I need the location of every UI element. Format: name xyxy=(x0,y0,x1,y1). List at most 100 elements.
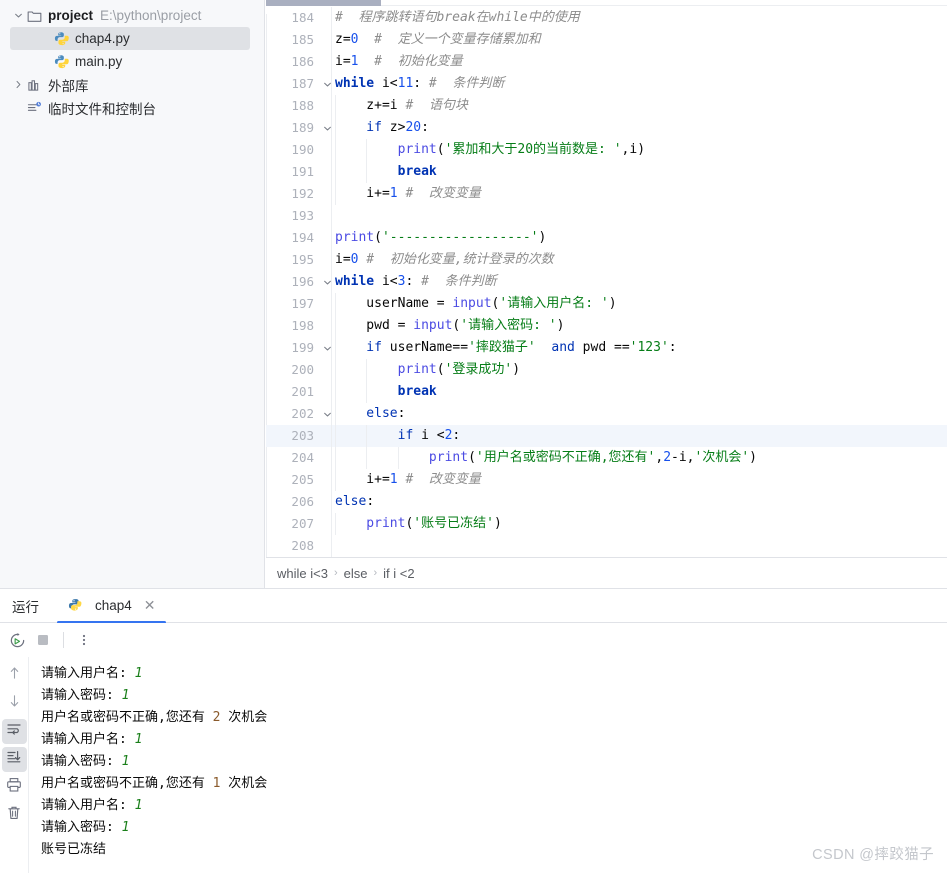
console-text-plain: 次机会 xyxy=(220,710,268,725)
token-pl: -i, xyxy=(671,450,695,465)
token-com: # 条件判断 xyxy=(421,76,505,91)
tree-row-chap4.py[interactable]: chap4.py xyxy=(0,27,264,50)
token-pl: : xyxy=(397,406,406,421)
run-tab-chap4[interactable]: chap4 ✕ xyxy=(57,589,166,624)
token-pl: : xyxy=(452,428,461,443)
print-button[interactable] xyxy=(2,775,27,800)
line-number: 192 xyxy=(291,186,314,201)
code-line[interactable]: 195 i=0 # 初始化变量,统计登录的次数 xyxy=(266,249,947,271)
tree-row-content: main.py xyxy=(0,54,122,70)
token-var: i= xyxy=(335,252,351,267)
no-arrow-spacer xyxy=(37,31,53,47)
code-line[interactable]: 204 print('用户名或密码不正确,您还有',2-i,'次机会') xyxy=(266,447,947,469)
token-com: # 语句块 xyxy=(397,98,468,113)
scroll-to-end-button[interactable] xyxy=(1,747,27,772)
tree-item-label: 临时文件和控制台 xyxy=(48,101,156,117)
rerun-button[interactable] xyxy=(4,627,30,653)
tree-row-main.py[interactable]: main.py xyxy=(0,50,264,73)
code-line[interactable]: 196 while i<3: # 条件判断 xyxy=(266,271,947,293)
code-text: z+=i # 语句块 xyxy=(335,95,468,117)
close-icon[interactable]: ✕ xyxy=(144,597,156,614)
clear-all-button[interactable] xyxy=(2,803,27,828)
stop-button[interactable] xyxy=(30,627,56,653)
code-line[interactable]: 206 else: xyxy=(266,491,947,513)
token-fn: print xyxy=(335,142,437,157)
arrow-up-icon xyxy=(7,665,22,686)
tree-row-content: chap4.py xyxy=(0,31,130,47)
gutter-line xyxy=(331,469,332,491)
code-text: userName = input('请输入用户名: ') xyxy=(335,293,616,315)
code-lines-container[interactable]: 184 # 程序跳转语句break在while中的使用 185 z=0 # 定义一个变… xyxy=(266,7,947,563)
breadcrumb[interactable]: while i<3 › else › if i <2 xyxy=(266,557,947,588)
tree-row-临时文件和控制台[interactable]: 临时文件和控制台 xyxy=(0,96,264,119)
code-line[interactable]: 194 print('------------------') xyxy=(266,227,947,249)
code-line[interactable]: 186 i=1 # 初始化变量 xyxy=(266,51,947,73)
code-line[interactable]: 188 z+=i # 语句块 xyxy=(266,95,947,117)
chevron-right-icon[interactable] xyxy=(10,77,26,93)
token-pl: ( xyxy=(468,450,476,465)
run-tab-bar: 运行 chap4 ✕ xyxy=(0,589,947,624)
code-line[interactable]: 184 # 程序跳转语句break在while中的使用 xyxy=(266,7,947,29)
console-output-line: 请输入密码: 1 xyxy=(41,685,947,707)
code-text: if z>20: xyxy=(335,117,429,139)
editor-horizontal-scrollbar[interactable] xyxy=(266,0,947,7)
console-output-line: 请输入用户名: 1 xyxy=(41,663,947,685)
console-output-line: 请输入用户名: 1 xyxy=(41,729,947,751)
code-line[interactable]: 193 xyxy=(266,205,947,227)
code-line[interactable]: 187 while i<11: # 条件判断 xyxy=(266,73,947,95)
code-line[interactable]: 185 z=0 # 定义一个变量存储累加和 xyxy=(266,29,947,51)
code-line[interactable]: 199 if userName=='摔跤猫子' and pwd =='123': xyxy=(266,337,947,359)
next-occurrence-button[interactable] xyxy=(2,691,27,716)
token-fn: print xyxy=(335,362,437,377)
more-options-button[interactable] xyxy=(71,627,97,653)
tree-row-project[interactable]: project E:\python\project xyxy=(0,4,264,27)
code-line[interactable]: 192 i+=1 # 改变变量 xyxy=(266,183,947,205)
code-line[interactable]: 203 if i <2: xyxy=(266,425,947,447)
scrollbar-thumb[interactable] xyxy=(266,0,381,6)
code-line[interactable]: 198 pwd = input('请输入密码: ') xyxy=(266,315,947,337)
token-com: # 程序跳转语句break在while中的使用 xyxy=(335,10,580,25)
token-com: # 初始化变量 xyxy=(358,54,463,69)
token-com: # 改变变量 xyxy=(397,472,481,487)
breadcrumb-item[interactable]: if i <2 xyxy=(383,566,414,581)
code-line[interactable]: 190 print('累加和大于20的当前数是: ',i) xyxy=(266,139,947,161)
token-fn: input xyxy=(413,318,453,333)
code-editor[interactable]: 184 # 程序跳转语句break在while中的使用 185 z=0 # 定义一个变… xyxy=(266,0,947,588)
console-text-plain: 请输入密码: xyxy=(41,754,122,769)
scroll-to-end-icon xyxy=(6,749,22,770)
code-line[interactable]: 189 if z>20: xyxy=(266,117,947,139)
code-line[interactable]: 201 break xyxy=(266,381,947,403)
previous-occurrence-button[interactable] xyxy=(2,663,27,688)
code-text: break xyxy=(335,381,437,403)
console-text-plain: 请输入密码: xyxy=(41,688,122,703)
code-line[interactable]: 202 else: xyxy=(266,403,947,425)
token-num: 20 xyxy=(405,120,422,135)
soft-wrap-button[interactable] xyxy=(1,719,27,744)
token-kw2: if xyxy=(335,428,414,443)
gutter-line xyxy=(331,359,332,381)
console-output[interactable]: 请输入用户名: 1 请输入密码: 1 用户名或密码不正确,您还有 2 次机会 请输入用… xyxy=(29,657,947,873)
breadcrumb-item[interactable]: while i<3 xyxy=(277,566,328,581)
code-line[interactable]: 207 print('账号已冻结') xyxy=(266,513,947,535)
gutter-line xyxy=(331,491,332,513)
line-number: 206 xyxy=(291,494,314,509)
code-line[interactable]: 191 break xyxy=(266,161,947,183)
code-line[interactable]: 205 i+=1 # 改变变量 xyxy=(266,469,947,491)
gutter-line xyxy=(331,183,332,205)
console-text-input: 1 xyxy=(134,798,143,813)
code-line[interactable]: 197 userName = input('请输入用户名: ') xyxy=(266,293,947,315)
breadcrumb-item[interactable]: else xyxy=(344,566,368,581)
token-pl: : xyxy=(413,76,422,91)
tree-item-label: main.py xyxy=(75,54,123,69)
token-com: # 改变变量 xyxy=(397,186,481,201)
code-line[interactable]: 208 xyxy=(266,535,947,557)
code-line[interactable]: 200 print('登录成功') xyxy=(266,359,947,381)
line-number: 201 xyxy=(291,384,314,399)
gutter-line xyxy=(331,293,332,315)
token-pl: pwd == xyxy=(574,340,630,355)
chevron-down-icon[interactable] xyxy=(10,8,26,24)
tree-row-外部库[interactable]: 外部库 xyxy=(0,73,264,96)
pycharm-window: project E:\python\project chap4.py main.py 外… xyxy=(0,0,947,873)
gutter-line xyxy=(331,161,332,183)
token-pl: i < xyxy=(413,428,445,443)
